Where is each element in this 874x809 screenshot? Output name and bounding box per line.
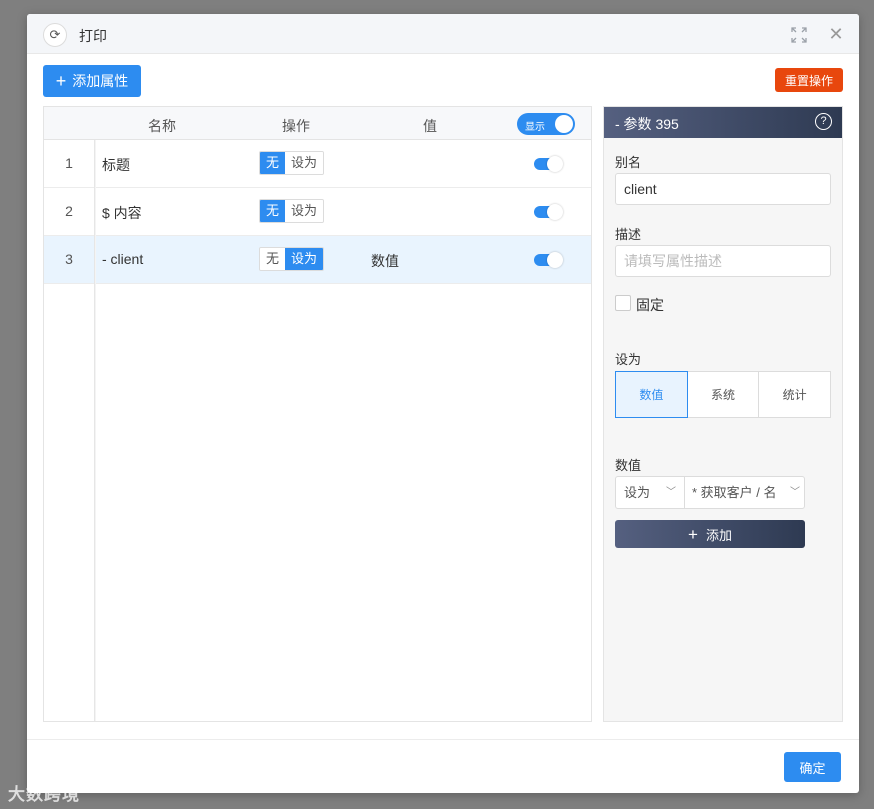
fullscreen-icon[interactable] bbox=[790, 26, 808, 44]
plus-icon: + bbox=[55, 71, 67, 91]
operation-none-option[interactable]: 无 bbox=[260, 200, 286, 222]
chevron-down-icon: ﹀ bbox=[788, 477, 800, 508]
description-input[interactable] bbox=[615, 245, 831, 277]
operation-segment: 无 设为 bbox=[259, 151, 325, 175]
column-header-value: 值 bbox=[423, 118, 437, 134]
dialog-header: ⟳ 打印 ✕ bbox=[27, 14, 859, 54]
add-attribute-button[interactable]: + 添加属性 bbox=[43, 65, 141, 97]
value-label: 数值 bbox=[615, 458, 642, 473]
row-index: 1 bbox=[65, 155, 73, 171]
add-value-label: 添加 bbox=[705, 527, 732, 543]
table-row[interactable]: 1 标题 无 设为 bbox=[44, 140, 591, 188]
table-row-selected[interactable]: 3 - client 无 设为 数值 bbox=[44, 236, 591, 284]
toggle-knob bbox=[547, 156, 563, 172]
toggle-knob bbox=[547, 204, 563, 220]
help-icon[interactable]: ? bbox=[815, 113, 832, 130]
column-header-name: 名称 bbox=[148, 118, 176, 134]
property-panel: - 参数 395 ? 别名 描述 固定 设为 数值 系统 统计 数值 设为 ﹀ … bbox=[603, 106, 843, 722]
show-all-toggle[interactable]: 显示 bbox=[517, 113, 575, 135]
reset-operations-button[interactable]: 重置操作 bbox=[775, 68, 843, 92]
set-as-option-system[interactable]: 系统 bbox=[686, 371, 760, 418]
refresh-icon[interactable]: ⟳ bbox=[43, 23, 67, 47]
row-name: - client bbox=[102, 251, 144, 267]
row-index: 3 bbox=[65, 251, 73, 267]
row-visible-toggle[interactable] bbox=[534, 252, 563, 268]
set-as-select[interactable]: 设为 ﹀ bbox=[615, 476, 685, 509]
fixed-label: 固定 bbox=[636, 297, 664, 313]
alias-label: 别名 bbox=[615, 155, 642, 170]
toggle-knob bbox=[547, 252, 563, 268]
footer-divider bbox=[27, 739, 859, 740]
set-as-segment: 数值 系统 统计 bbox=[615, 371, 832, 418]
print-dialog: ⟳ 打印 ✕ + 添加属性 重置操作 名称 操作 值 显示 1 标题 无 设为 … bbox=[27, 14, 859, 793]
operation-set-option[interactable]: 设为 bbox=[285, 200, 324, 222]
show-toggle-label: 显示 bbox=[525, 122, 545, 133]
add-value-button[interactable]: + 添加 bbox=[615, 520, 805, 548]
set-as-option-statistics[interactable]: 统计 bbox=[758, 371, 832, 418]
table-row[interactable]: 2 $ 内容 无 设为 bbox=[44, 188, 591, 236]
operation-segment: 无 设为 bbox=[259, 247, 325, 271]
index-column-divider bbox=[94, 140, 96, 721]
row-value: 数值 bbox=[371, 253, 399, 269]
set-as-option-value[interactable]: 数值 bbox=[615, 371, 688, 418]
panel-header: - 参数 395 ? bbox=[604, 107, 842, 138]
close-icon[interactable]: ✕ bbox=[827, 25, 845, 43]
plus-icon: + bbox=[688, 524, 698, 544]
operation-set-option[interactable]: 设为 bbox=[285, 152, 324, 174]
row-index: 2 bbox=[65, 203, 73, 219]
row-visible-toggle[interactable] bbox=[534, 156, 563, 172]
operation-none-option[interactable]: 无 bbox=[260, 152, 286, 174]
dialog-title: 打印 bbox=[79, 28, 107, 44]
table-header: 名称 操作 值 显示 bbox=[44, 107, 591, 140]
row-name: 标题 bbox=[102, 157, 130, 173]
chevron-down-icon: ﹀ bbox=[666, 487, 676, 498]
source-select[interactable]: * 获取客户 / 名 ﹀ bbox=[684, 476, 805, 509]
operation-set-option[interactable]: 设为 bbox=[285, 248, 324, 270]
description-label: 描述 bbox=[615, 227, 642, 242]
watermark-logo: 大数跨境 bbox=[8, 785, 80, 804]
column-header-operation: 操作 bbox=[282, 118, 310, 134]
operation-segment: 无 设为 bbox=[259, 199, 325, 223]
alias-input[interactable] bbox=[615, 173, 831, 205]
set-as-label: 设为 bbox=[615, 352, 642, 367]
attributes-table: 名称 操作 值 显示 1 标题 无 设为 2 $ 内容 无 设为 3 - cli… bbox=[43, 106, 592, 722]
add-attribute-label: 添加属性 bbox=[72, 73, 129, 89]
set-as-select-value: 设为 bbox=[624, 485, 651, 500]
fixed-checkbox[interactable] bbox=[615, 295, 631, 311]
confirm-button[interactable]: 确定 bbox=[784, 752, 841, 782]
source-select-value: * 获取客户 / 名 bbox=[692, 485, 777, 500]
operation-none-option[interactable]: 无 bbox=[260, 248, 286, 270]
toggle-knob bbox=[555, 115, 573, 133]
row-visible-toggle[interactable] bbox=[534, 204, 563, 220]
panel-title: - 参数 395 bbox=[615, 116, 679, 132]
row-name: $ 内容 bbox=[102, 205, 142, 221]
